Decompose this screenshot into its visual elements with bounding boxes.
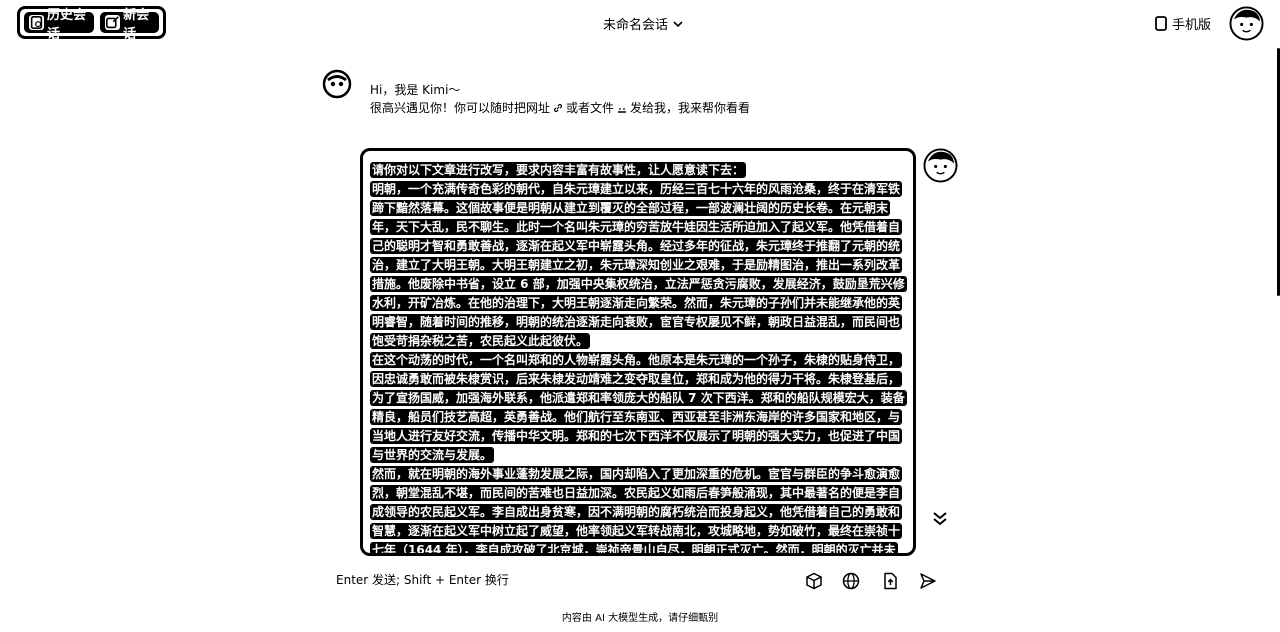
mobile-version-button[interactable]: 手机版 (1155, 14, 1211, 33)
file-upload-button[interactable] (879, 570, 901, 592)
new-chat-icon (105, 15, 121, 30)
new-chat-label: 新会话 (123, 7, 150, 42)
scroll-to-bottom-icon[interactable] (931, 509, 949, 527)
send-icon (920, 573, 936, 589)
chat-input[interactable]: Enter 发送; Shift + Enter 换行 (336, 571, 509, 588)
user-message-paragraph: 请你对以下文章进行改写，要求内容丰富有故事性，让人愿意读下去： (371, 161, 905, 180)
greeting-line-2: 很高兴遇见你！你可以随时把网址 或者文件 发给我，我来帮你看看 (370, 99, 750, 117)
user-message-text: 然而，就在明朝的海外事业蓬勃发展之际，国内却陷入了更加深重的危机。宦官与群臣的争… (371, 467, 902, 553)
ai-disclaimer: 内容由 AI 大模型生成，请仔细甄别 (561, 613, 719, 624)
history-icon (29, 15, 44, 30)
user-message-bubble: 请你对以下文章进行改写，要求内容丰富有故事性，让人愿意读下去： 明朝，一个充满传… (360, 148, 916, 556)
conversation-title[interactable]: 未命名会话 (603, 14, 683, 33)
user-message-text: 明朝，一个充满传奇色彩的朝代，自朱元璋建立以来，历经三百七十六年的风雨沧桑，终于… (371, 182, 906, 348)
conversation-title-text: 未命名会话 (603, 18, 669, 33)
send-button[interactable] (917, 570, 939, 592)
cube-icon (806, 572, 822, 590)
kimi-logo-icon (322, 69, 352, 99)
history-label: 历史会话 (47, 7, 87, 42)
top-bar: 历史会话 新会话 未命名会话 手机版 (0, 0, 1280, 48)
user-message-avatar (923, 148, 958, 183)
user-message-text: 在这个动荡的时代，一个名叫郑和的人物崭露头角。他原本是朱元璋的一个孙子，朱棣的贴… (371, 353, 906, 462)
link-icon (553, 103, 563, 113)
greeting-text-a: 很高兴遇见你！你可以随时把网址 (370, 101, 551, 115)
greeting-text-c: 发给我，我来帮你看看 (630, 101, 751, 115)
new-chat-button[interactable]: 新会话 (100, 8, 159, 42)
user-avatar[interactable] (1229, 6, 1264, 41)
greeting-line-1: Hi，我是 Kimi～ (370, 83, 461, 97)
assistant-greeting: Hi，我是 Kimi～ 很高兴遇见你！你可以随时把网址 或者文件 发给我，我来帮… (370, 81, 750, 117)
session-controls: 历史会话 新会话 (17, 6, 166, 42)
user-message-paragraph: 然而，就在明朝的海外事业蓬勃发展之际，国内却陷入了更加深重的危机。宦官与群臣的争… (371, 465, 905, 553)
globe-icon (842, 572, 860, 590)
mobile-version-label: 手机版 (1172, 18, 1212, 33)
user-message-paragraph: 在这个动荡的时代，一个名叫郑和的人物崭露头角。他原本是朱元璋的一个孙子，朱棣的贴… (371, 351, 906, 465)
user-message-text: 请你对以下文章进行改写，要求内容丰富有故事性，让人愿意读下去： (371, 163, 746, 177)
file-upload-icon (884, 572, 897, 590)
phone-icon (1155, 16, 1167, 31)
greeting-text-b: 或者文件 (566, 101, 615, 115)
history-button[interactable]: 历史会话 (24, 8, 95, 42)
user-message-paragraph: 明朝，一个充满传奇色彩的朝代，自朱元璋建立以来，历经三百七十六年的风雨沧桑，终于… (371, 180, 906, 351)
file-icon (618, 108, 627, 113)
web-search-button[interactable] (840, 570, 862, 592)
chevron-down-icon (673, 20, 683, 27)
cube-button[interactable] (803, 570, 825, 592)
